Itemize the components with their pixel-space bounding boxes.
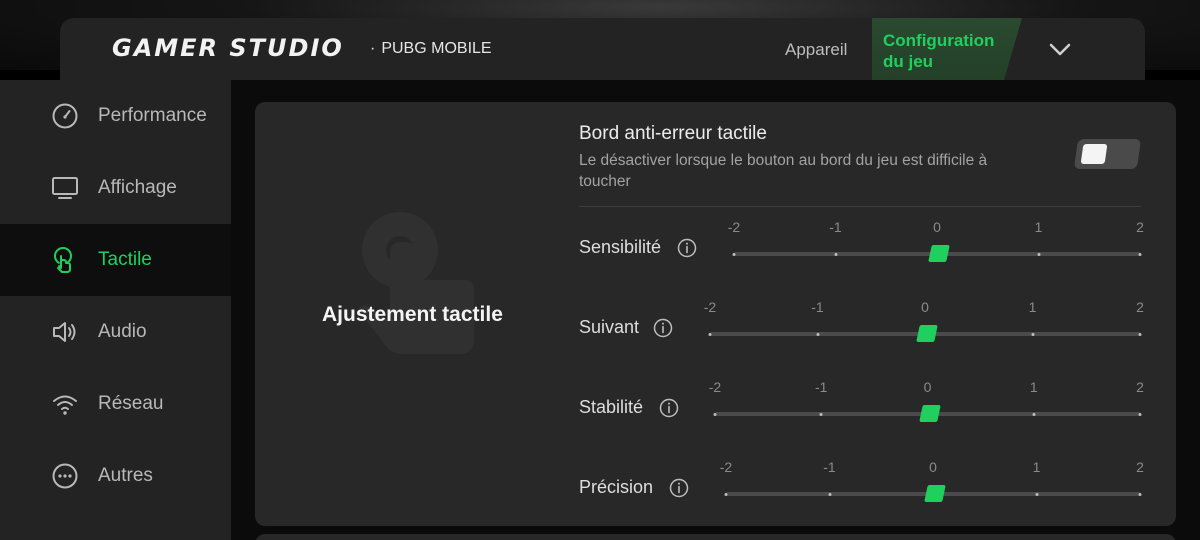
tab-device[interactable]: Appareil — [785, 40, 847, 60]
sidebar-item-label: Audio — [98, 321, 147, 342]
sidebar-item-label: Tactile — [98, 249, 152, 270]
next-panel-edge — [255, 534, 1176, 540]
slider-tick-label: -2 — [719, 459, 733, 475]
slider-tick-label: -2 — [703, 299, 717, 315]
slider-tick-dot — [834, 252, 837, 256]
slider-tick-dot — [713, 412, 717, 416]
tab-game-config[interactable]: Configuration du jeu — [872, 18, 1022, 80]
slider-tick-dot — [819, 412, 823, 416]
wifi-icon — [53, 395, 77, 415]
divider — [579, 206, 1141, 207]
slider-tick-dot — [1031, 332, 1034, 336]
anti-error-toggle[interactable] — [1073, 139, 1142, 169]
sidebar-item-audio[interactable]: Audio — [0, 296, 231, 368]
slider-tick-label: -2 — [727, 219, 741, 235]
anti-error-description: Le désactiver lorsque le bouton au bord … — [579, 152, 988, 190]
slider-tick-label: 0 — [921, 299, 929, 315]
sidebar-item-label: Performance — [98, 105, 207, 126]
slider-tick-label: -1 — [811, 299, 824, 315]
slider-tick-dot — [828, 492, 831, 496]
slider-tick-label: 0 — [929, 459, 937, 475]
info-icon[interactable] — [677, 238, 697, 258]
slider-tick-dot — [1138, 332, 1142, 336]
sidebar: Performance Affichage Tactile Audio Rése… — [0, 80, 231, 540]
app-logo: GAMER STUDIO — [112, 34, 344, 62]
slider-thumb[interactable] — [924, 485, 946, 502]
touch-watermark-icon — [358, 212, 474, 354]
slider-tick-label: 2 — [1136, 219, 1144, 235]
touch-icon — [54, 247, 72, 273]
slider-tick-label: 0 — [933, 219, 941, 235]
slider-label: Suivant — [579, 317, 640, 337]
slider-tick-dot — [1032, 412, 1036, 416]
sidebar-item-touch[interactable]: Tactile — [0, 224, 231, 296]
sidebar-item-label: Affichage — [98, 177, 177, 198]
section-title: Ajustement tactile — [322, 303, 503, 326]
slider-tick-label: 2 — [1136, 459, 1144, 475]
slider-tick-label: 2 — [1136, 299, 1144, 315]
toggle-knob — [1080, 144, 1108, 164]
slider-tick-label: 1 — [1028, 299, 1037, 315]
slider-tick-dot — [724, 492, 728, 496]
speaker-icon — [53, 322, 76, 342]
slider-tick-label: 0 — [923, 379, 932, 395]
slider-tick-label: -1 — [815, 379, 828, 395]
slider-thumb[interactable] — [918, 405, 941, 422]
info-icon[interactable] — [653, 318, 673, 338]
gauge-icon — [52, 103, 78, 129]
tab-game-config-label: Configuration du jeu — [883, 31, 995, 71]
game-name: · PUBG MOBILE — [370, 40, 492, 57]
slider-tick-dot — [732, 252, 736, 256]
slider-thumb[interactable] — [928, 245, 950, 262]
slider-tick-label: -2 — [708, 379, 722, 395]
sidebar-item-network[interactable]: Réseau — [0, 368, 231, 440]
sidebar-item-label: Réseau — [98, 393, 164, 414]
slider-tick-dot — [1138, 492, 1142, 496]
sidebar-item-display[interactable]: Affichage — [0, 152, 231, 224]
info-icon[interactable] — [669, 478, 689, 498]
slider-tick-label: 1 — [1034, 219, 1043, 235]
slider-tick-dot — [816, 332, 819, 336]
slider-tick-label: 1 — [1032, 459, 1041, 475]
slider-tick-label: -1 — [829, 219, 842, 235]
slider-tick-dot — [708, 332, 712, 336]
slider-tick-label: 2 — [1136, 379, 1144, 395]
slider-tick-dot — [1138, 412, 1142, 416]
slider-label: Précision — [579, 477, 654, 497]
info-icon[interactable] — [659, 398, 679, 418]
slider-tick-dot — [1037, 252, 1040, 256]
slider-label: Stabilité — [579, 397, 644, 417]
sidebar-item-performance[interactable]: Performance — [0, 80, 231, 152]
sidebar-item-label: Autres — [98, 465, 153, 486]
monitor-icon — [52, 177, 78, 199]
slider-tick-label: -1 — [823, 459, 836, 475]
slider-tick-dot — [1035, 492, 1038, 496]
chevron-down-icon[interactable] — [1046, 36, 1074, 64]
slider-thumb[interactable] — [916, 325, 938, 342]
slider-tick-label: 1 — [1029, 379, 1038, 395]
anti-error-title: Bord anti-erreur tactile — [579, 123, 767, 144]
slider-label: Sensibilité — [579, 237, 662, 257]
more-icon — [52, 463, 78, 489]
sidebar-item-others[interactable]: Autres — [0, 440, 231, 512]
slider-tick-dot — [1138, 252, 1142, 256]
